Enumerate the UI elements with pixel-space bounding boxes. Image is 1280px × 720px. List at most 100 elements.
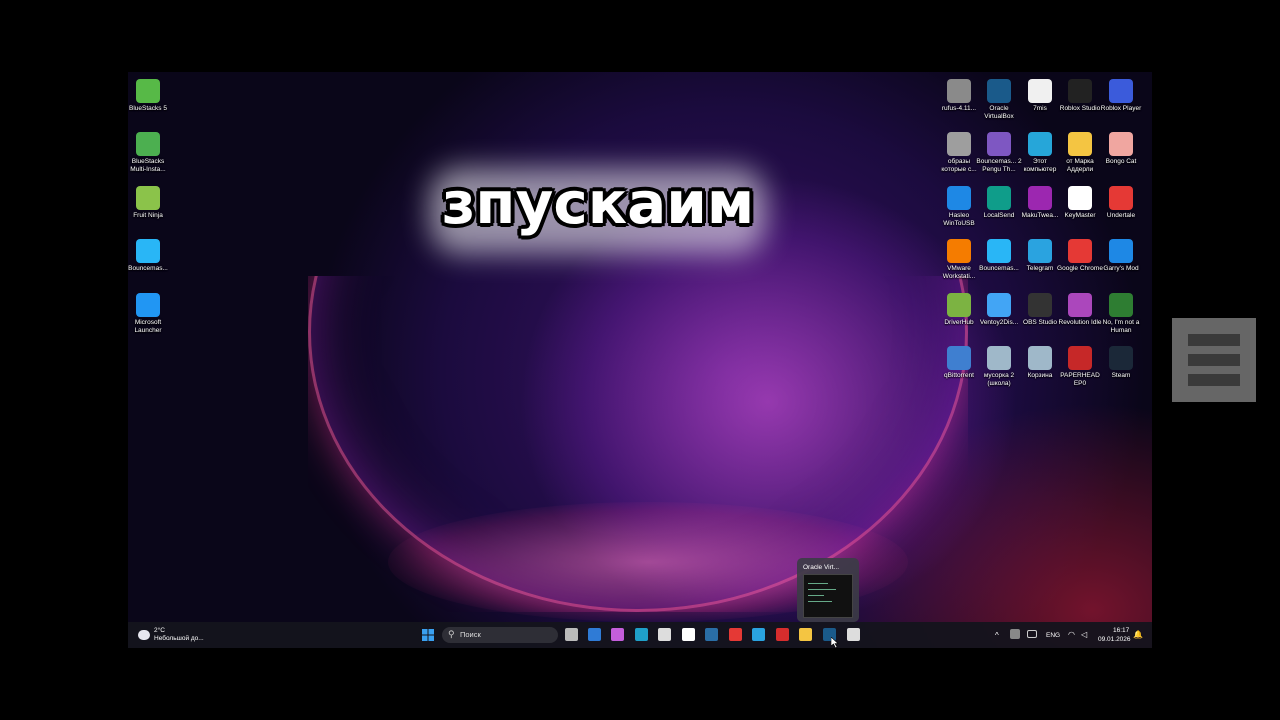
preview-line: [808, 589, 836, 590]
desktop-icon[interactable]: PAPERHEAD EP0: [1057, 343, 1103, 395]
keyboard-icon[interactable]: [1027, 630, 1037, 638]
tray-app-icon[interactable]: [1010, 629, 1020, 639]
desktop-icon[interactable]: Oracle VirtualBox: [976, 76, 1022, 128]
desktop-icon[interactable]: Bouncemas... 2 Pengu Th...: [976, 129, 1022, 181]
edge-icon[interactable]: [635, 628, 648, 641]
active-app-icon[interactable]: [847, 628, 860, 641]
preview-title: Oracle Virt...: [803, 564, 840, 571]
windows-start-icon[interactable]: [421, 628, 434, 641]
desktop-icon[interactable]: Revolution Idle: [1057, 290, 1103, 342]
undertale-heart-icon: [1109, 186, 1133, 210]
desktop-icon[interactable]: Google Chrome: [1057, 236, 1103, 288]
virtualbox-icon: [987, 79, 1011, 103]
paperhead-icon: [1068, 346, 1092, 370]
recycle-bin-icon: [1028, 346, 1052, 370]
revolution-idle-icon: [1068, 293, 1092, 317]
clock-time[interactable]: 16:17: [1113, 627, 1129, 634]
hamburger-icon: [1188, 354, 1240, 366]
desktop-icon-label: No, I'm not a Human: [1102, 319, 1140, 334]
desktop-icon-label: BlueStacks Multi-Insta...: [130, 158, 166, 173]
desktop-icon[interactable]: Steam: [1098, 343, 1144, 395]
chrome-icon[interactable]: [729, 628, 742, 641]
makutweaker-icon: [1028, 186, 1052, 210]
desktop-icon-label: Bouncemas...: [979, 265, 1019, 272]
desktop-icon[interactable]: Bouncemas...: [976, 236, 1022, 288]
localsend-icon: [987, 186, 1011, 210]
desktop-icon-label: Fruit Ninja: [133, 212, 163, 219]
mouse-cursor-icon: [831, 637, 839, 648]
folder-icon: [1068, 132, 1092, 156]
clock-date[interactable]: 09.01.2026: [1098, 636, 1131, 643]
desktop-icon[interactable]: от Марка Аддерли: [1057, 129, 1103, 181]
hamburger-icon: [1188, 374, 1240, 386]
desktop-icon[interactable]: KeyMaster: [1057, 183, 1103, 235]
desktop-icon[interactable]: LocalSend: [976, 183, 1022, 235]
desktop-icon[interactable]: BlueStacks Multi-Insta...: [125, 129, 171, 181]
taskbar-preview[interactable]: Oracle Virt...: [797, 558, 859, 622]
desktop-icon[interactable]: Microsoft Launcher: [125, 290, 171, 342]
weather-temp: 2°C: [154, 627, 165, 634]
desktop-icon[interactable]: Fruit Ninja: [125, 183, 171, 235]
chevron-up-icon[interactable]: ^: [995, 631, 999, 640]
preview-line: [808, 601, 832, 602]
this-pc-icon: [1028, 132, 1052, 156]
desktop-icon-label: KeyMaster: [1064, 212, 1096, 219]
language-indicator[interactable]: ENG: [1046, 632, 1060, 639]
vmware-icon: [947, 239, 971, 263]
volume-icon[interactable]: ◁: [1081, 630, 1087, 639]
qbittorrent-icon: [947, 346, 971, 370]
desktop-icon-label: LocalSend: [983, 212, 1015, 219]
desktop-icon[interactable]: Roblox Player: [1098, 76, 1144, 128]
obs-icon: [1028, 293, 1052, 317]
desktop-icon-label: PAPERHEAD EP0: [1060, 372, 1100, 387]
desktop-icon-label: BlueStacks 5: [129, 105, 167, 112]
telegram-icon[interactable]: [752, 628, 765, 641]
weather-icon: [138, 630, 150, 640]
desktop-icon[interactable]: BlueStacks 5: [125, 76, 171, 128]
desktop-icon-label: Ventoy2Dis...: [979, 319, 1019, 326]
desktop-icon-label: Revolution Idle: [1058, 319, 1102, 326]
copilot-icon[interactable]: [611, 628, 624, 641]
desktop-icon-label: Google Chrome: [1057, 265, 1103, 272]
desktop-icon[interactable]: Ventoy2Dis...: [976, 290, 1022, 342]
desktop-icon[interactable]: Undertale: [1098, 183, 1144, 235]
store-icon[interactable]: [658, 628, 671, 641]
wps-icon[interactable]: [776, 628, 789, 641]
rufus-icon: [947, 79, 971, 103]
gear-folder-icon: [947, 132, 971, 156]
bluestacks-multi-icon: [136, 132, 160, 156]
video-caption: зпускаим: [441, 169, 755, 237]
steam-icon: [1109, 346, 1133, 370]
desktop-icon[interactable]: Garry's Mod: [1098, 236, 1144, 288]
weather-desc: Небольшой до...: [154, 635, 204, 642]
driverhub-icon: [947, 293, 971, 317]
chrome-shortcut-icon: [1028, 79, 1052, 103]
menu-button[interactable]: [1172, 318, 1256, 402]
desktop-icon[interactable]: No, I'm not a Human: [1098, 290, 1144, 342]
desktop-icon-label: Bouncemas... 2 Pengu Th...: [976, 158, 1022, 173]
taskbar-search[interactable]: ⚲ Поиск: [442, 627, 558, 643]
bongo-cat-icon: [1109, 132, 1133, 156]
task-view-icon[interactable]: [565, 628, 578, 641]
wifi-icon[interactable]: ◠: [1068, 630, 1075, 639]
telegram-icon: [1028, 239, 1052, 263]
desktop-icon-label: от Марка Аддерли: [1066, 158, 1094, 173]
desktop-icon[interactable]: Bouncemas...: [125, 236, 171, 288]
desktop-icon[interactable]: Roblox Studio: [1057, 76, 1103, 128]
hamburger-icon: [1188, 334, 1240, 346]
desktop-icon[interactable]: мусорка 2 (школа): [976, 343, 1022, 395]
ventoy-icon: [987, 293, 1011, 317]
mail-icon[interactable]: [588, 628, 601, 641]
desktop-icon-label: Roblox Studio: [1059, 105, 1101, 112]
not-human-icon: [1109, 293, 1133, 317]
bouncemasters2-icon: [987, 132, 1011, 156]
preview-thumbnail: [803, 574, 853, 618]
desktop-icon-label: Garry's Mod: [1103, 265, 1139, 272]
roblox-studio-icon: [1068, 79, 1092, 103]
notification-bell-icon[interactable]: 🔔: [1133, 630, 1143, 639]
file-explorer-icon[interactable]: [799, 628, 812, 641]
desktop-icon-label: Undertale: [1106, 212, 1136, 219]
steam-icon[interactable]: [705, 628, 718, 641]
roblox-icon[interactable]: [682, 628, 695, 641]
desktop-icon[interactable]: Bongo Cat: [1098, 129, 1144, 181]
